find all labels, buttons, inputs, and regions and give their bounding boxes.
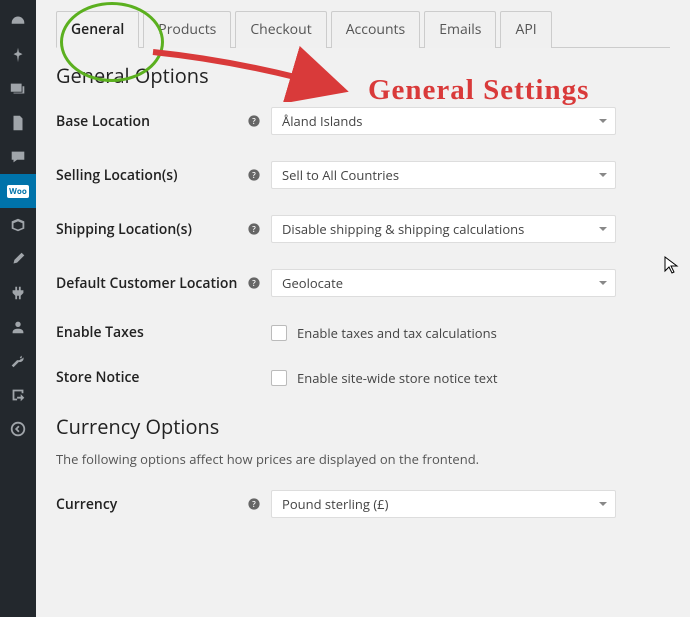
row-base-location: Base Location ? Åland Islands (56, 107, 670, 135)
label-currency: Currency ? (56, 495, 271, 514)
sidebar-item-products[interactable] (0, 208, 36, 242)
sidebar-item-settings-import[interactable] (0, 378, 36, 412)
help-icon[interactable]: ? (247, 497, 261, 511)
wrench-icon (9, 352, 27, 370)
admin-sidebar: Woo (0, 0, 36, 617)
svg-text:?: ? (252, 500, 256, 510)
sidebar-item-users[interactable] (0, 310, 36, 344)
media-icon (9, 80, 27, 98)
label-default-customer-location: Default Customer Location ? (56, 274, 271, 293)
help-icon[interactable]: ? (247, 222, 261, 236)
label-shipping-locations: Shipping Location(s) ? (56, 220, 271, 239)
tab-emails[interactable]: Emails (424, 11, 496, 48)
label-base-location: Base Location ? (56, 112, 271, 131)
caret-down-icon (599, 281, 607, 289)
help-icon[interactable]: ? (247, 114, 261, 128)
checkbox-label-enable-taxes: Enable taxes and tax calculations (297, 324, 497, 342)
label-store-notice: Store Notice (56, 368, 271, 387)
pin-icon (9, 46, 27, 64)
help-icon[interactable]: ? (247, 276, 261, 290)
checkbox-label-store-notice: Enable site-wide store notice text (297, 369, 498, 387)
comment-icon (9, 148, 27, 166)
svg-text:?: ? (252, 117, 256, 127)
checkbox-store-notice[interactable] (271, 370, 287, 386)
row-default-customer-location: Default Customer Location ? Geolocate (56, 269, 670, 297)
row-store-notice: Store Notice Enable site-wide store noti… (56, 368, 670, 387)
collapse-icon (9, 420, 27, 438)
select-shipping-locations[interactable]: Disable shipping & shipping calculations (271, 215, 616, 243)
import-icon (9, 386, 27, 404)
tab-general[interactable]: General (56, 11, 139, 48)
sidebar-item-appearance[interactable] (0, 242, 36, 276)
dashboard-icon (9, 12, 27, 30)
caret-down-icon (599, 119, 607, 127)
sidebar-item-woocommerce[interactable]: Woo (0, 174, 36, 208)
svg-text:?: ? (252, 279, 256, 289)
sidebar-item-plugins[interactable] (0, 276, 36, 310)
caret-down-icon (599, 502, 607, 510)
sidebar-item-dashboard[interactable] (0, 4, 36, 38)
sidebar-item-collapse[interactable] (0, 412, 36, 446)
checkbox-enable-taxes[interactable] (271, 325, 287, 341)
select-currency[interactable]: Pound sterling (£) (271, 490, 616, 518)
section-currency-heading: Currency Options (56, 413, 670, 440)
settings-tabs: General Products Checkout Accounts Email… (56, 10, 670, 48)
sidebar-item-media[interactable] (0, 72, 36, 106)
box-icon (9, 216, 27, 234)
brush-icon (9, 250, 27, 268)
tab-checkout[interactable]: Checkout (235, 11, 326, 48)
select-base-location[interactable]: Åland Islands (271, 107, 616, 135)
row-shipping-locations: Shipping Location(s) ? Disable shipping … (56, 215, 670, 243)
sidebar-item-pin[interactable] (0, 38, 36, 72)
tab-accounts[interactable]: Accounts (331, 11, 421, 48)
caret-down-icon (599, 227, 607, 235)
pages-icon (9, 114, 27, 132)
svg-text:?: ? (252, 225, 256, 235)
row-currency: Currency ? Pound sterling (£) (56, 490, 670, 518)
row-selling-locations: Selling Location(s) ? Sell to All Countr… (56, 161, 670, 189)
select-default-customer-location[interactable]: Geolocate (271, 269, 616, 297)
woo-icon: Woo (7, 185, 29, 198)
plugin-icon (9, 284, 27, 302)
sidebar-item-pages[interactable] (0, 106, 36, 140)
label-selling-locations: Selling Location(s) ? (56, 166, 271, 185)
help-icon[interactable]: ? (247, 168, 261, 182)
label-enable-taxes: Enable Taxes (56, 323, 271, 342)
section-general-heading: General Options (56, 62, 670, 89)
caret-down-icon (599, 173, 607, 181)
main-content: General Products Checkout Accounts Email… (36, 0, 690, 617)
tab-api[interactable]: API (500, 11, 551, 48)
select-selling-locations[interactable]: Sell to All Countries (271, 161, 616, 189)
currency-description: The following options affect how prices … (56, 450, 670, 468)
svg-text:?: ? (252, 171, 256, 181)
row-enable-taxes: Enable Taxes Enable taxes and tax calcul… (56, 323, 670, 342)
user-icon (9, 318, 27, 336)
tab-products[interactable]: Products (143, 11, 231, 48)
sidebar-item-comments[interactable] (0, 140, 36, 174)
sidebar-item-tools[interactable] (0, 344, 36, 378)
